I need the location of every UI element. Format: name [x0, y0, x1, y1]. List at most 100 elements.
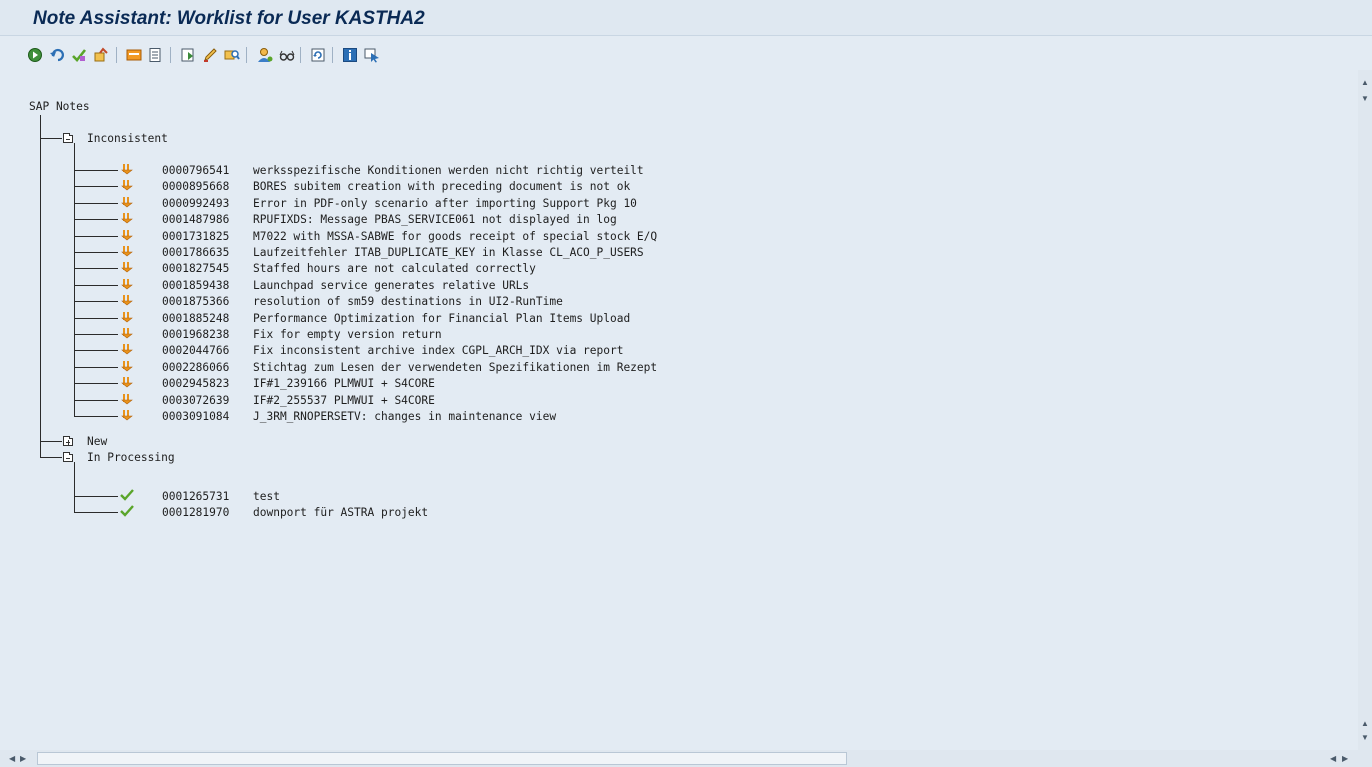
- inconsistent-note-icon[interactable]: [120, 360, 134, 372]
- scroll-down-icon[interactable]: ▼: [1361, 734, 1369, 742]
- note-title[interactable]: Fix for empty version return: [253, 328, 442, 341]
- scroll-down-icon[interactable]: ▼: [1361, 95, 1369, 103]
- note-title[interactable]: IF#1_239166 PLMWUI + S4CORE: [253, 377, 435, 390]
- inconsistent-note-icon[interactable]: [120, 278, 134, 290]
- tree-connector: [74, 219, 118, 221]
- execute-icon[interactable]: [26, 46, 44, 64]
- note-number[interactable]: 0001265731: [162, 490, 229, 503]
- folder-icon[interactable]: [63, 452, 73, 462]
- note-title[interactable]: BORES subitem creation with preceding do…: [253, 180, 630, 193]
- inconsistent-note-icon[interactable]: [120, 245, 134, 257]
- note-title[interactable]: M7022 with MSSA-SABWE for goods receipt …: [253, 230, 657, 243]
- scroll-left-icon[interactable]: ◀: [1330, 755, 1336, 763]
- note-number[interactable]: 0002945823: [162, 377, 229, 390]
- scroll-up-icon[interactable]: ▲: [1361, 720, 1369, 728]
- check-icon[interactable]: [120, 505, 134, 518]
- note-title[interactable]: Performance Optimization for Financial P…: [253, 312, 630, 325]
- note-title[interactable]: Stichtag zum Lesen der verwendeten Spezi…: [253, 361, 657, 374]
- note-number[interactable]: 0001786635: [162, 246, 229, 259]
- browse-icon[interactable]: [223, 46, 241, 64]
- note-title[interactable]: J_3RM_RNOPERSETV: changes in maintenance…: [253, 410, 556, 423]
- inconsistent-note-icon[interactable]: [120, 393, 134, 405]
- note-number[interactable]: 0002044766: [162, 344, 229, 357]
- user-icon[interactable]: [256, 46, 274, 64]
- note-number[interactable]: 0001281970: [162, 506, 229, 519]
- note-number[interactable]: 0002286066: [162, 361, 229, 374]
- inconsistent-note-icon[interactable]: [120, 311, 134, 323]
- horizontal-scroll-thumb[interactable]: [37, 752, 847, 765]
- tree-connector: [74, 284, 118, 286]
- tree-connector: [74, 350, 118, 352]
- note-number[interactable]: 0003091084: [162, 410, 229, 423]
- inconsistent-note-icon[interactable]: [120, 229, 134, 241]
- note-title[interactable]: RPUFIXDS: Message PBAS_SERVICE061 not di…: [253, 213, 617, 226]
- inconsistent-note-icon[interactable]: [120, 327, 134, 339]
- tree-connector: [74, 202, 118, 204]
- inconsistent-note-icon[interactable]: [120, 261, 134, 273]
- note-title[interactable]: Fix inconsistent archive index CGPL_ARCH…: [253, 344, 623, 357]
- note-number[interactable]: 0001827545: [162, 262, 229, 275]
- inconsistent-note-icon[interactable]: [120, 179, 134, 191]
- folder-label[interactable]: Inconsistent: [87, 132, 168, 145]
- inconsistent-note-icon[interactable]: [120, 212, 134, 224]
- tree-connector: [74, 399, 118, 401]
- glasses-icon[interactable]: [278, 46, 296, 64]
- note-number[interactable]: 0000796541: [162, 164, 229, 177]
- note-title[interactable]: downport für ASTRA projekt: [253, 506, 428, 519]
- select-icon[interactable]: [363, 46, 381, 64]
- tree-connector: [40, 115, 41, 457]
- application-toolbar: [0, 40, 1372, 70]
- inconsistent-note-icon[interactable]: [120, 294, 134, 306]
- note-number[interactable]: 0001885248: [162, 312, 229, 325]
- notes-tree: SAP Notes Inconsistent 0000796541 werksspez…: [0, 70, 1358, 750]
- note-title[interactable]: IF#2_255537 PLMWUI + S4CORE: [253, 394, 435, 407]
- note-number[interactable]: 0000895668: [162, 180, 229, 193]
- tree-connector: [40, 138, 62, 139]
- document-icon[interactable]: [146, 46, 164, 64]
- note-number[interactable]: 0001875366: [162, 295, 229, 308]
- inconsistent-note-icon[interactable]: [120, 376, 134, 388]
- tree-connector: [74, 317, 118, 319]
- vertical-scrollbar[interactable]: ▲ ▼ ▲ ▼: [1358, 70, 1372, 750]
- folder-label[interactable]: In Processing: [87, 451, 175, 464]
- tree-root-label[interactable]: SAP Notes: [29, 100, 90, 113]
- scroll-up-icon[interactable]: ▲: [1361, 79, 1369, 87]
- inconsistent-note-icon[interactable]: [120, 343, 134, 355]
- refresh-icon[interactable]: [309, 46, 327, 64]
- note-title[interactable]: Error in PDF-only scenario after importi…: [253, 197, 637, 210]
- note-title[interactable]: Laufzeitfehler ITAB_DUPLICATE_KEY in Kla…: [253, 246, 644, 259]
- scroll-right-icon[interactable]: ▶: [20, 755, 26, 763]
- note-title[interactable]: Launchpad service generates relative URL…: [253, 279, 529, 292]
- note-number[interactable]: 0000992493: [162, 197, 229, 210]
- tree-connector: [74, 416, 118, 417]
- edit-icon[interactable]: [201, 46, 219, 64]
- scroll-left-icon[interactable]: ◀: [9, 755, 15, 763]
- tree-connector: [74, 366, 118, 368]
- inconsistent-note-icon[interactable]: [120, 196, 134, 208]
- folder-icon[interactable]: [63, 133, 73, 143]
- info-icon[interactable]: [341, 46, 359, 64]
- note-number[interactable]: 0001487986: [162, 213, 229, 226]
- tree-connector: [74, 383, 118, 385]
- note-number[interactable]: 0001731825: [162, 230, 229, 243]
- tree-connector: [40, 457, 62, 458]
- note-title[interactable]: Staffed hours are not calculated correct…: [253, 262, 536, 275]
- note-number[interactable]: 0003072639: [162, 394, 229, 407]
- tree-connector: [40, 441, 62, 442]
- folder-icon[interactable]: [63, 436, 73, 446]
- folder-label[interactable]: New: [87, 435, 107, 448]
- note-title[interactable]: test: [253, 490, 280, 503]
- check-icon[interactable]: [70, 46, 88, 64]
- import-icon[interactable]: [179, 46, 197, 64]
- note-title[interactable]: resolution of sm59 destinations in UI2-R…: [253, 295, 563, 308]
- note-number[interactable]: 0001968238: [162, 328, 229, 341]
- download-icon[interactable]: [125, 46, 143, 64]
- note-title[interactable]: werksspezifische Konditionen werden nich…: [253, 164, 644, 177]
- reset-icon[interactable]: [92, 46, 110, 64]
- scroll-right-icon[interactable]: ▶: [1342, 755, 1348, 763]
- undo-icon[interactable]: [48, 46, 66, 64]
- note-number[interactable]: 0001859438: [162, 279, 229, 292]
- inconsistent-note-icon[interactable]: [120, 163, 134, 175]
- inconsistent-note-icon[interactable]: [120, 409, 134, 421]
- check-icon[interactable]: [120, 489, 134, 501]
